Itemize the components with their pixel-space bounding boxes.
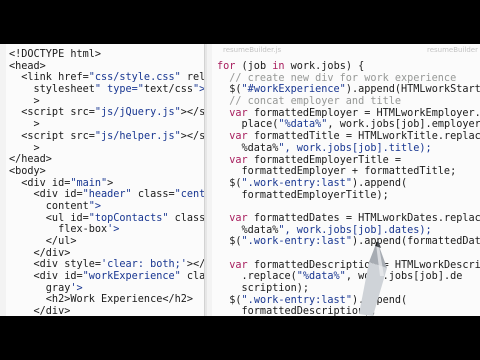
stylus-pen-icon <box>359 240 387 316</box>
